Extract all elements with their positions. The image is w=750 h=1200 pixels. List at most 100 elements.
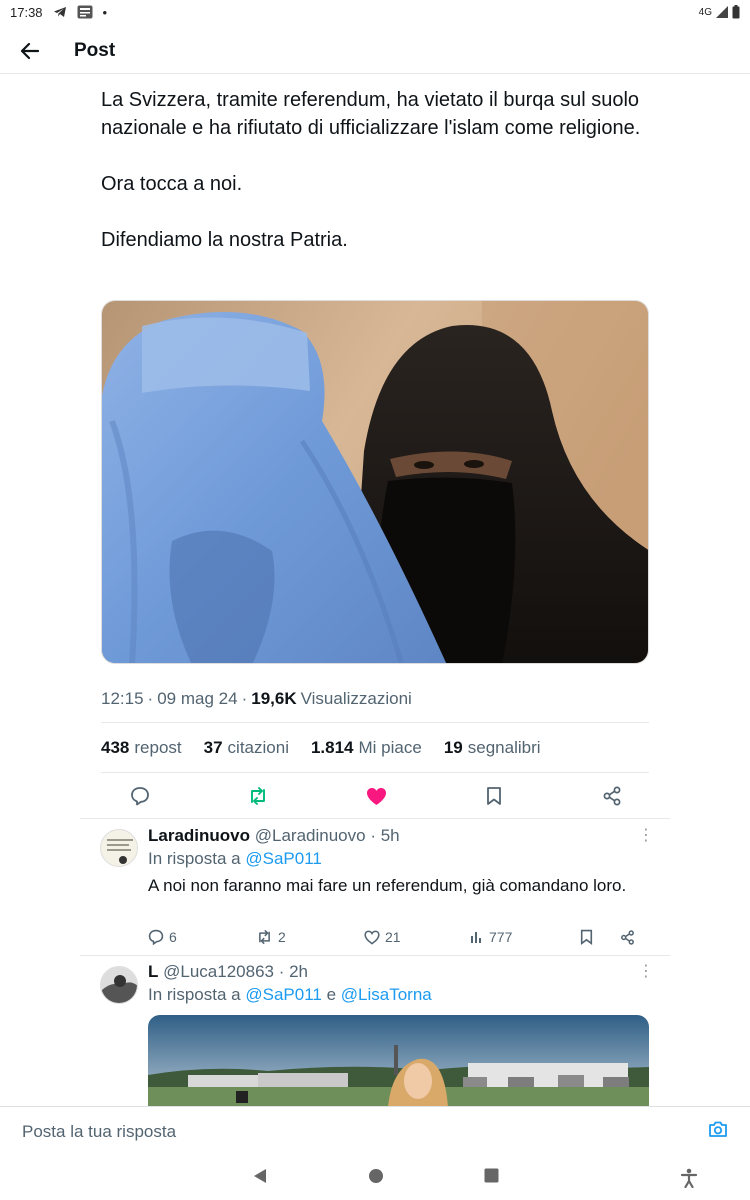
bookmark-icon	[487, 787, 501, 805]
views-chart-icon	[471, 932, 481, 943]
reply-views[interactable]: 777	[470, 929, 580, 945]
bookmark-stat[interactable]: 19 segnalibri	[444, 738, 541, 758]
reply-author-name[interactable]: L	[148, 962, 158, 981]
reply-time: · 2h	[278, 962, 309, 981]
views-count: 777	[489, 929, 513, 945]
repost-stat[interactable]: 438 repost	[101, 738, 182, 758]
post-stats: 438 repost 37 citazioni 1.814 Mi piace 19 se…	[101, 738, 661, 758]
camera-button[interactable]	[708, 1120, 728, 1143]
nav-home-button[interactable]	[368, 1168, 384, 1189]
reply-repost-button[interactable]: 2	[256, 929, 364, 945]
bookmark-count: 19	[443, 738, 463, 757]
post-time: 12:15	[101, 689, 144, 708]
network-type: 4G	[698, 6, 712, 18]
reply-share-button[interactable]	[620, 929, 635, 945]
avatar[interactable]	[100, 829, 138, 867]
back-button[interactable]	[0, 28, 60, 74]
divider	[101, 772, 649, 773]
divider	[101, 722, 649, 723]
like-count: 1.814	[310, 738, 354, 757]
in-reply-label: In risposta a	[148, 985, 241, 1004]
share-icon	[621, 929, 634, 945]
like-count: 21	[385, 929, 401, 945]
triangle-back-icon	[253, 1168, 266, 1183]
like-button[interactable]	[365, 785, 387, 807]
heart-filled-icon	[366, 787, 386, 805]
conjunction: e	[326, 985, 337, 1004]
top-app-bar: Post	[0, 28, 750, 74]
reply-text: A noi non faranno mai fare un referendum…	[148, 876, 627, 895]
share-button[interactable]	[601, 785, 623, 807]
bookmark-icon	[580, 929, 593, 945]
accessibility-button[interactable]	[680, 1168, 698, 1193]
meta-separator: ·	[241, 689, 248, 708]
reply-author-name[interactable]: Laradinuovo	[148, 826, 250, 845]
reply-reply-button[interactable]: 6	[148, 929, 256, 945]
comment-icon	[148, 929, 164, 945]
comment-icon	[131, 787, 149, 806]
reply-context: In risposta a @SaP011	[148, 849, 322, 869]
reply-context: In risposta a @SaP011 e @LisaTorna	[148, 985, 432, 1005]
reply-count: 6	[169, 929, 177, 945]
reply-input-placeholder[interactable]: Posta la tua risposta	[22, 1122, 176, 1142]
quote-stat[interactable]: 37 citazioni	[204, 738, 289, 758]
signal-icon	[716, 6, 728, 18]
in-reply-label: In risposta a	[148, 849, 241, 868]
mention-link[interactable]: @LisaTorna	[341, 985, 432, 1004]
repost-count: 438	[101, 738, 130, 757]
repost-icon	[251, 787, 265, 805]
quote-label: citazioni	[227, 738, 289, 757]
post-date: 09 mag 24	[157, 689, 238, 708]
like-stat[interactable]: 1.814 Mi piace	[311, 738, 422, 758]
repost-button[interactable]	[247, 785, 269, 807]
mention-link[interactable]: @SaP011	[245, 985, 322, 1004]
post-meta: 12:15 · 09 mag 24 · 19,6K Visualizzazion…	[101, 689, 649, 709]
square-recents-icon	[484, 1168, 498, 1183]
reply-item[interactable]: Laradinuovo @Laradinuovo · 5h ⋮ In rispo…	[80, 819, 670, 955]
arrow-left-icon	[20, 42, 40, 59]
reply-header: L @Luca120863 · 2h	[148, 962, 308, 982]
repost-count: 2	[278, 929, 286, 945]
reply-author-handle[interactable]: @Laradinuovo	[255, 826, 366, 845]
views-count: 19,6K	[251, 689, 297, 708]
clock: 17:38	[10, 4, 43, 20]
repost-icon	[259, 930, 270, 944]
meta-separator: ·	[147, 689, 154, 708]
reply-button[interactable]	[129, 785, 151, 807]
nav-back-button[interactable]	[252, 1168, 268, 1189]
quote-count: 37	[203, 738, 223, 757]
circle-home-icon	[368, 1168, 383, 1183]
status-bar: 17:38 • 4G	[0, 0, 750, 24]
telegram-icon	[53, 6, 67, 18]
bookmark-label: segnalibri	[467, 738, 541, 757]
like-label: Mi piace	[358, 738, 422, 757]
reply-composer[interactable]: Posta la tua risposta	[0, 1106, 750, 1156]
heart-icon	[364, 930, 380, 945]
more-options-icon[interactable]: ⋮	[638, 964, 654, 980]
notification-dot: •	[102, 4, 108, 20]
nav-recents-button[interactable]	[484, 1168, 499, 1188]
share-icon	[603, 786, 621, 806]
reply-time: · 5h	[370, 826, 400, 845]
repost-label: repost	[134, 738, 182, 757]
reply-header: Laradinuovo @Laradinuovo · 5h	[148, 826, 400, 846]
system-nav-bar	[0, 1156, 750, 1200]
post-text: La Svizzera, tramite referendum, ha viet…	[101, 89, 641, 251]
reply-bookmark-button[interactable]	[580, 929, 620, 945]
avatar[interactable]	[100, 966, 138, 1004]
camera-icon	[709, 1121, 727, 1137]
post-image[interactable]	[101, 300, 649, 664]
mention-link[interactable]: @SaP011	[245, 849, 322, 868]
battery-icon	[732, 5, 740, 19]
reply-author-handle[interactable]: @Luca120863	[163, 962, 274, 981]
bookmark-button[interactable]	[483, 785, 505, 807]
page-title: Post	[74, 39, 116, 61]
news-app-icon	[77, 5, 93, 19]
reply-like-button[interactable]: 21	[364, 929, 470, 945]
accessibility-icon	[680, 1168, 698, 1189]
reply-actions: 6 2 21 777	[148, 929, 648, 945]
more-options-icon[interactable]: ⋮	[638, 828, 654, 844]
post-actions	[101, 782, 649, 810]
views-label[interactable]: Visualizzazioni	[301, 689, 412, 709]
reply-image[interactable]	[148, 1015, 649, 1107]
